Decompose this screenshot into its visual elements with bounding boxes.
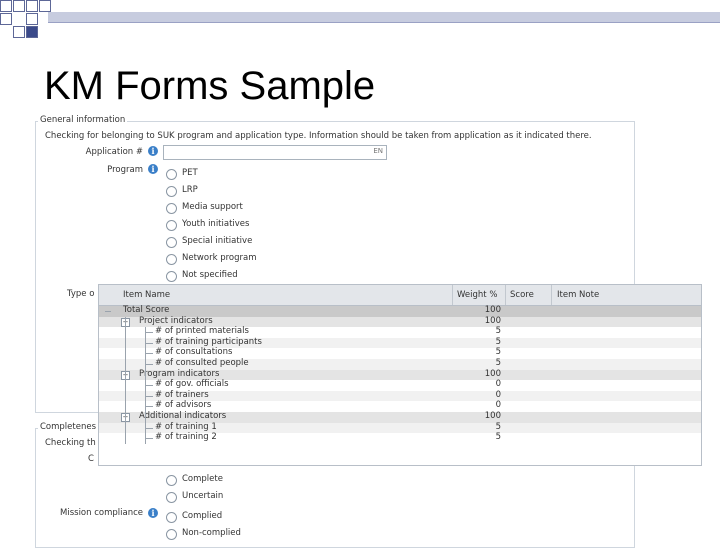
application-suffix: EN bbox=[373, 147, 383, 155]
deco-square bbox=[39, 0, 51, 12]
info-icon[interactable]: i bbox=[148, 146, 158, 156]
weight-cell[interactable]: 100 bbox=[469, 411, 501, 421]
deco-square bbox=[26, 0, 38, 12]
column-header-weight[interactable]: Weight % bbox=[457, 290, 497, 300]
item-name-cell: # of advisors bbox=[155, 400, 212, 411]
item-name-cell: # of training participants bbox=[155, 336, 262, 347]
item-name-cell: Total Score bbox=[123, 305, 170, 315]
deco-band-line bbox=[48, 22, 720, 23]
weight-cell[interactable]: 0 bbox=[469, 379, 501, 389]
radio-button[interactable] bbox=[166, 254, 177, 265]
radio-button[interactable] bbox=[166, 271, 177, 282]
application-label: Application # bbox=[85, 147, 143, 157]
indicators-grid: Item Name Weight % Score Item Note Total… bbox=[98, 284, 702, 466]
general-info-legend: General information bbox=[38, 115, 128, 125]
tree-connector bbox=[145, 385, 153, 387]
weight-cell[interactable]: 5 bbox=[469, 326, 501, 336]
weight-cell[interactable]: 5 bbox=[469, 432, 501, 442]
radio-button[interactable] bbox=[166, 186, 177, 197]
type-label: Type o bbox=[67, 289, 95, 299]
item-name-cell: # of consulted people bbox=[155, 358, 249, 368]
radio-button[interactable] bbox=[166, 492, 177, 503]
weight-cell[interactable]: 5 bbox=[469, 347, 501, 357]
tree-connector bbox=[145, 332, 153, 334]
deco-band bbox=[48, 12, 720, 22]
radio-button[interactable] bbox=[166, 529, 177, 540]
general-info-description: Checking for belonging to SUK program an… bbox=[45, 131, 592, 141]
item-name-cell: # of gov. officials bbox=[155, 379, 229, 390]
completeness-sub-label: C bbox=[88, 454, 94, 464]
weight-cell[interactable]: 100 bbox=[469, 369, 501, 379]
column-separator bbox=[452, 285, 453, 305]
weight-cell[interactable]: 5 bbox=[469, 422, 501, 432]
weight-cell[interactable]: 0 bbox=[469, 390, 501, 400]
item-name-cell: Program indicators bbox=[139, 368, 220, 379]
tree-connector bbox=[145, 353, 153, 355]
slide-title: KM Forms Sample bbox=[44, 64, 376, 108]
grid-header: Item Name Weight % Score Item Note bbox=[99, 285, 701, 306]
column-header-item-note[interactable]: Item Note bbox=[557, 290, 599, 300]
tree-connector bbox=[145, 327, 146, 444]
item-name-cell: # of training 2 bbox=[155, 432, 217, 443]
deco-square bbox=[0, 13, 12, 25]
tree-connector bbox=[145, 364, 153, 365]
deco-square bbox=[0, 0, 12, 12]
tree-connector bbox=[145, 395, 153, 397]
weight-cell[interactable]: 100 bbox=[469, 316, 501, 326]
column-header-item-name[interactable]: Item Name bbox=[123, 290, 170, 300]
deco-square bbox=[26, 13, 38, 25]
item-name-cell: # of trainers bbox=[155, 389, 209, 400]
slide-decoration bbox=[0, 0, 720, 44]
deco-square bbox=[13, 0, 25, 12]
grid-row[interactable]: # of training 2 5 bbox=[99, 432, 701, 444]
tree-connector bbox=[145, 406, 153, 408]
deco-square bbox=[26, 26, 38, 38]
column-separator bbox=[505, 285, 506, 305]
column-separator bbox=[551, 285, 552, 305]
radio-button[interactable] bbox=[166, 475, 177, 486]
tree-connector bbox=[125, 316, 126, 444]
tree-connector bbox=[105, 311, 111, 312]
weight-cell[interactable]: 0 bbox=[469, 400, 501, 410]
radio-button[interactable] bbox=[166, 237, 177, 248]
completeness-description: Checking th bbox=[45, 438, 96, 448]
weight-cell[interactable]: 100 bbox=[469, 305, 501, 315]
item-name-cell: # of printed materials bbox=[155, 326, 249, 337]
column-header-score[interactable]: Score bbox=[510, 290, 534, 300]
weight-cell[interactable]: 5 bbox=[469, 337, 501, 347]
completeness-legend: Completenes bbox=[38, 422, 99, 432]
mission-compliance-label: Mission compliance bbox=[60, 508, 143, 518]
info-icon[interactable]: i bbox=[148, 508, 158, 518]
radio-button[interactable] bbox=[166, 220, 177, 231]
item-name-cell: # of consultations bbox=[155, 347, 233, 358]
radio-button[interactable] bbox=[166, 169, 177, 180]
radio-button[interactable] bbox=[166, 512, 177, 523]
tree-connector bbox=[145, 438, 153, 440]
item-name-cell: # of training 1 bbox=[155, 421, 217, 432]
tree-connector bbox=[145, 427, 153, 429]
deco-square bbox=[13, 26, 25, 38]
item-name-cell: Additional indicators bbox=[139, 411, 227, 421]
info-icon[interactable]: i bbox=[148, 164, 158, 174]
program-label: Program bbox=[107, 165, 143, 175]
weight-cell[interactable]: 5 bbox=[469, 358, 501, 368]
radio-button[interactable] bbox=[166, 203, 177, 214]
item-name-cell: Project indicators bbox=[139, 315, 213, 326]
application-number-input[interactable]: EN bbox=[163, 145, 387, 160]
tree-connector bbox=[145, 342, 153, 344]
